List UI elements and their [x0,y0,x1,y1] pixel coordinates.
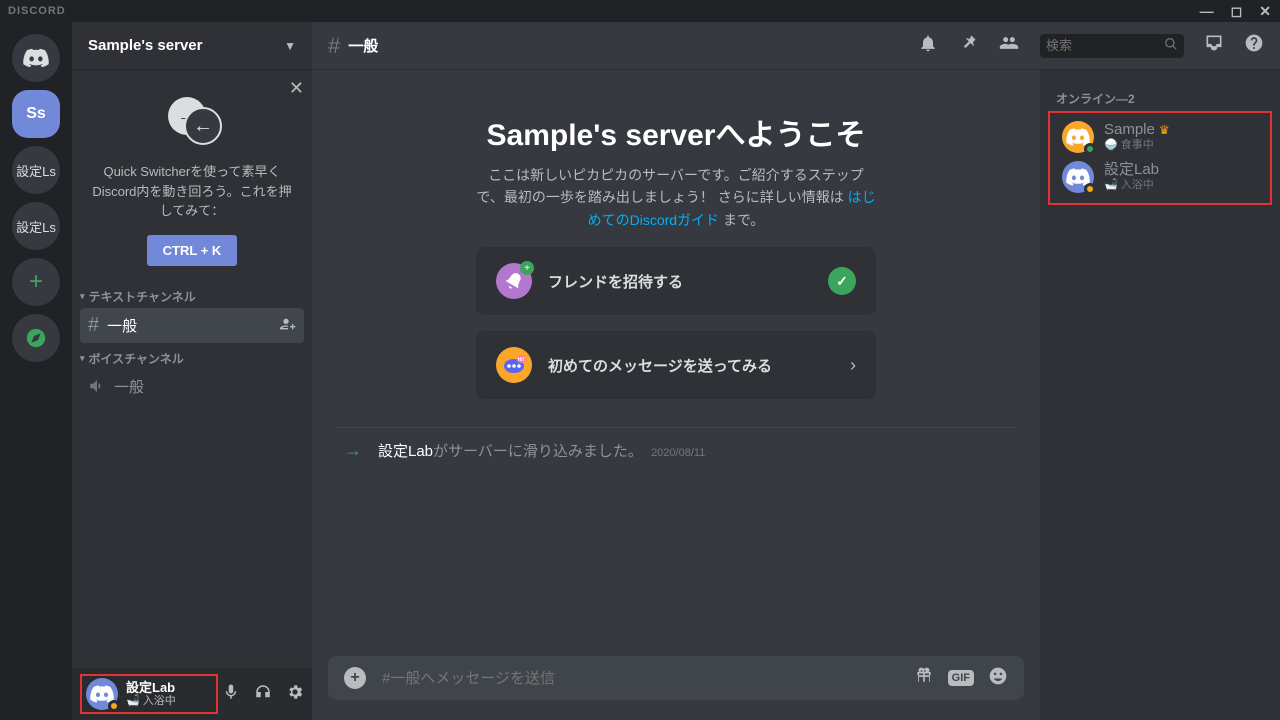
self-avatar[interactable] [86,678,118,710]
pinned-messages-icon[interactable] [958,33,978,58]
gif-button[interactable]: GIF [948,670,974,686]
chevron-down-icon: ▾ [80,291,85,302]
user-settings-icon[interactable] [286,683,304,706]
chevron-right-icon: › [850,355,856,376]
inbox-icon[interactable] [1204,33,1224,58]
member-group-online: オンライン—2 [1048,86,1272,111]
quick-switcher-illustration: →← [88,86,296,156]
text-channel-general[interactable]: # 一般 [80,308,304,343]
speaker-icon [88,377,106,395]
discord-logo-icon [23,48,49,68]
search-box[interactable] [1040,34,1184,58]
welcome-description: ここは新しいピカピカのサーバーです。ご紹介するステップで、最初の一歩を踏み出しま… [476,164,876,231]
home-button[interactable] [12,34,60,82]
close-icon[interactable]: ✕ [289,78,304,99]
category-voice-channels[interactable]: ▾ ボイスチャンネル [72,344,312,369]
chevron-down-icon: ▾ [80,353,85,364]
system-join-message: → 設定Labがサーバーに滑り込みました。 2020/08/11 [336,428,1016,473]
channel-title: 一般 [348,35,378,56]
server-header[interactable]: Sample's server ▼ [72,22,312,70]
notifications-icon[interactable] [918,33,938,58]
compass-icon [25,327,47,349]
search-input[interactable] [1046,38,1164,53]
member-list: オンライン—2 Sample ♛ 🍚 食事中 [1040,70,1280,720]
server-list: Ss 設定Ls 設定Ls + [0,22,72,720]
titlebar: DISCORD — ◻ ✕ [0,0,1280,22]
check-icon: ✓ [828,267,856,295]
status-online-icon [1084,143,1096,155]
emoji-icon[interactable] [988,666,1008,691]
window-minimize-icon[interactable]: — [1200,4,1215,18]
member-list-toggle-icon[interactable] [998,33,1020,58]
hash-icon: # [328,33,340,59]
status-idle-icon [1084,183,1096,195]
quick-switcher-text: Quick Switcherを使って素早くDiscord内を動き回ろう。これを押… [88,162,296,221]
onboarding-invite-card[interactable]: + フレンドを招待する ✓ [476,247,876,315]
onboarding-step-label: 初めてのメッセージを送ってみる [548,355,834,376]
channel-sidebar: Sample's server ▼ ✕ →← Quick Switcherを使っ… [72,22,312,720]
server-icon-selected[interactable]: Ss [12,90,60,138]
quick-switcher-card: ✕ →← Quick Switcherを使って素早くDiscord内を動き回ろう… [72,70,312,282]
svg-text:Hi!: Hi! [518,357,525,363]
avatar [1062,121,1094,153]
category-text-channels[interactable]: ▾ テキストチャンネル [72,282,312,307]
chevron-down-icon: ▼ [284,39,296,53]
self-username: 設定Lab [126,681,176,695]
explore-button[interactable] [12,314,60,362]
window-close-icon[interactable]: ✕ [1259,4,1272,18]
invite-icon: + [496,263,532,299]
server-icon[interactable]: 設定Ls [12,202,60,250]
server-name: Sample's server [88,37,202,54]
self-custom-status: 🛁 入浴中 [126,695,176,707]
help-icon[interactable] [1244,33,1264,58]
avatar [1062,161,1094,193]
onboarding-step-label: フレンドを招待する [548,271,812,292]
wave-icon: Hi! [496,347,532,383]
channel-header: # 一般 [312,22,1280,70]
join-arrow-icon: → [344,440,362,461]
brand-wordmark: DISCORD [8,5,66,17]
message-composer[interactable]: + GIF [328,656,1024,700]
plus-icon: + [520,261,534,275]
create-invite-icon[interactable] [280,316,296,335]
member-custom-status: 🛁 入浴中 [1104,179,1159,192]
onboarding-first-message-card[interactable]: Hi! 初めてのメッセージを送ってみる › [476,331,876,399]
member-item[interactable]: 設定Lab 🛁 入浴中 [1054,157,1266,197]
deafen-icon[interactable] [254,683,272,706]
mute-mic-icon[interactable] [222,683,240,706]
member-custom-status: 🍚 食事中 [1104,139,1170,152]
search-icon [1164,37,1178,54]
welcome-title: Sample's serverへようこそ [487,110,866,154]
owner-crown-icon: ♛ [1159,123,1170,137]
person-plus-icon [280,316,296,332]
status-idle-icon [108,700,120,712]
window-maximize-icon[interactable]: ◻ [1231,4,1244,18]
user-panel: 設定Lab 🛁 入浴中 [72,668,312,720]
add-server-button[interactable]: + [12,258,60,306]
gift-icon[interactable] [914,666,934,691]
message-input[interactable] [382,670,898,687]
attach-button[interactable]: + [344,667,366,689]
quick-switcher-button[interactable]: CTRL + K [147,235,238,266]
member-item[interactable]: Sample ♛ 🍚 食事中 [1054,117,1266,157]
server-icon[interactable]: 設定Ls [12,146,60,194]
hash-icon: # [88,314,99,337]
voice-channel-general[interactable]: 一般 [80,370,304,403]
